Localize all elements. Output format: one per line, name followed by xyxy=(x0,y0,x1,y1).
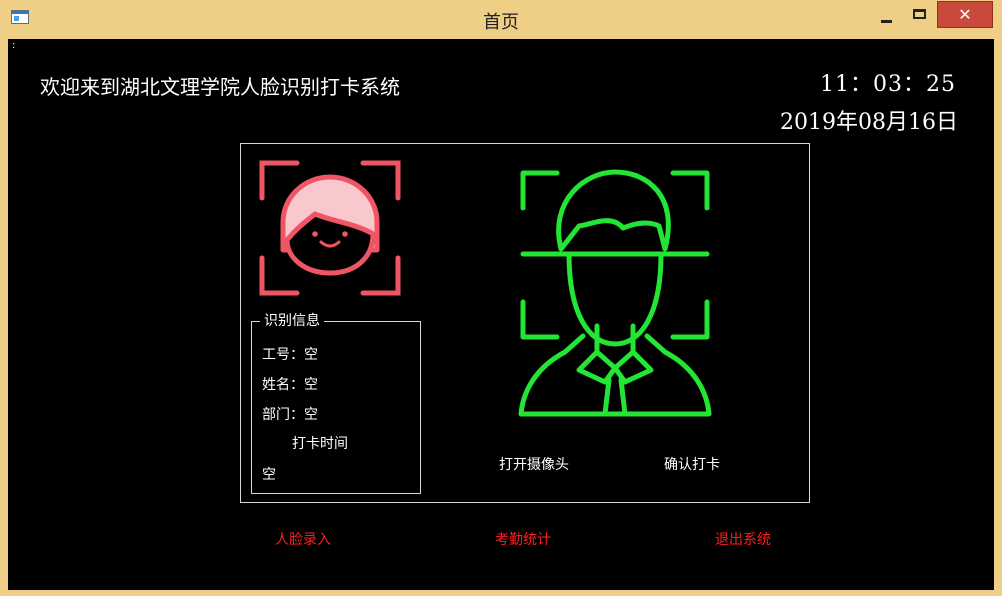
recognition-info-group: 识别信息 工号：空 姓名：空 部门：空 打卡时间 空 xyxy=(251,312,421,494)
maximize-button[interactable] xyxy=(903,4,937,28)
recognition-panel: 识别信息 工号：空 姓名：空 部门：空 打卡时间 空 打开摄像头 确认打卡 xyxy=(240,143,810,503)
employee-id-field: 工号：空 xyxy=(262,347,318,363)
app-window: 首页 ✕ : 欢迎来到湖北文理学院人脸识别打卡系统 11：03：25 2019年… xyxy=(0,0,1002,596)
close-button[interactable]: ✕ xyxy=(937,1,993,28)
confirm-checkin-button[interactable]: 确认打卡 xyxy=(664,454,720,474)
current-time: 11：03：25 xyxy=(820,72,956,97)
male-face-scan-icon xyxy=(518,169,712,417)
checkin-time-value: 空 xyxy=(262,467,276,483)
name-field: 姓名：空 xyxy=(262,377,318,393)
checkin-time-label: 打卡时间 xyxy=(292,436,348,452)
female-face-scan-icon xyxy=(259,160,401,296)
system-menu-dot[interactable]: : xyxy=(12,41,15,51)
window-title: 首页 xyxy=(483,12,519,33)
current-date: 2019年08月16日 xyxy=(780,110,958,135)
title-bar[interactable]: 首页 ✕ xyxy=(0,0,1002,38)
open-camera-button[interactable]: 打开摄像头 xyxy=(499,454,569,474)
attendance-stats-link[interactable]: 考勤统计 xyxy=(495,529,551,549)
exit-system-link[interactable]: 退出系统 xyxy=(715,529,771,549)
minimize-button[interactable] xyxy=(870,4,902,28)
department-field: 部门：空 xyxy=(262,407,318,423)
main-content: : 欢迎来到湖北文理学院人脸识别打卡系统 11：03：25 2019年08月16… xyxy=(8,39,994,590)
face-enroll-link[interactable]: 人脸录入 xyxy=(275,529,331,549)
welcome-text: 欢迎来到湖北文理学院人脸识别打卡系统 xyxy=(40,75,400,99)
info-group-legend: 识别信息 xyxy=(260,312,324,330)
